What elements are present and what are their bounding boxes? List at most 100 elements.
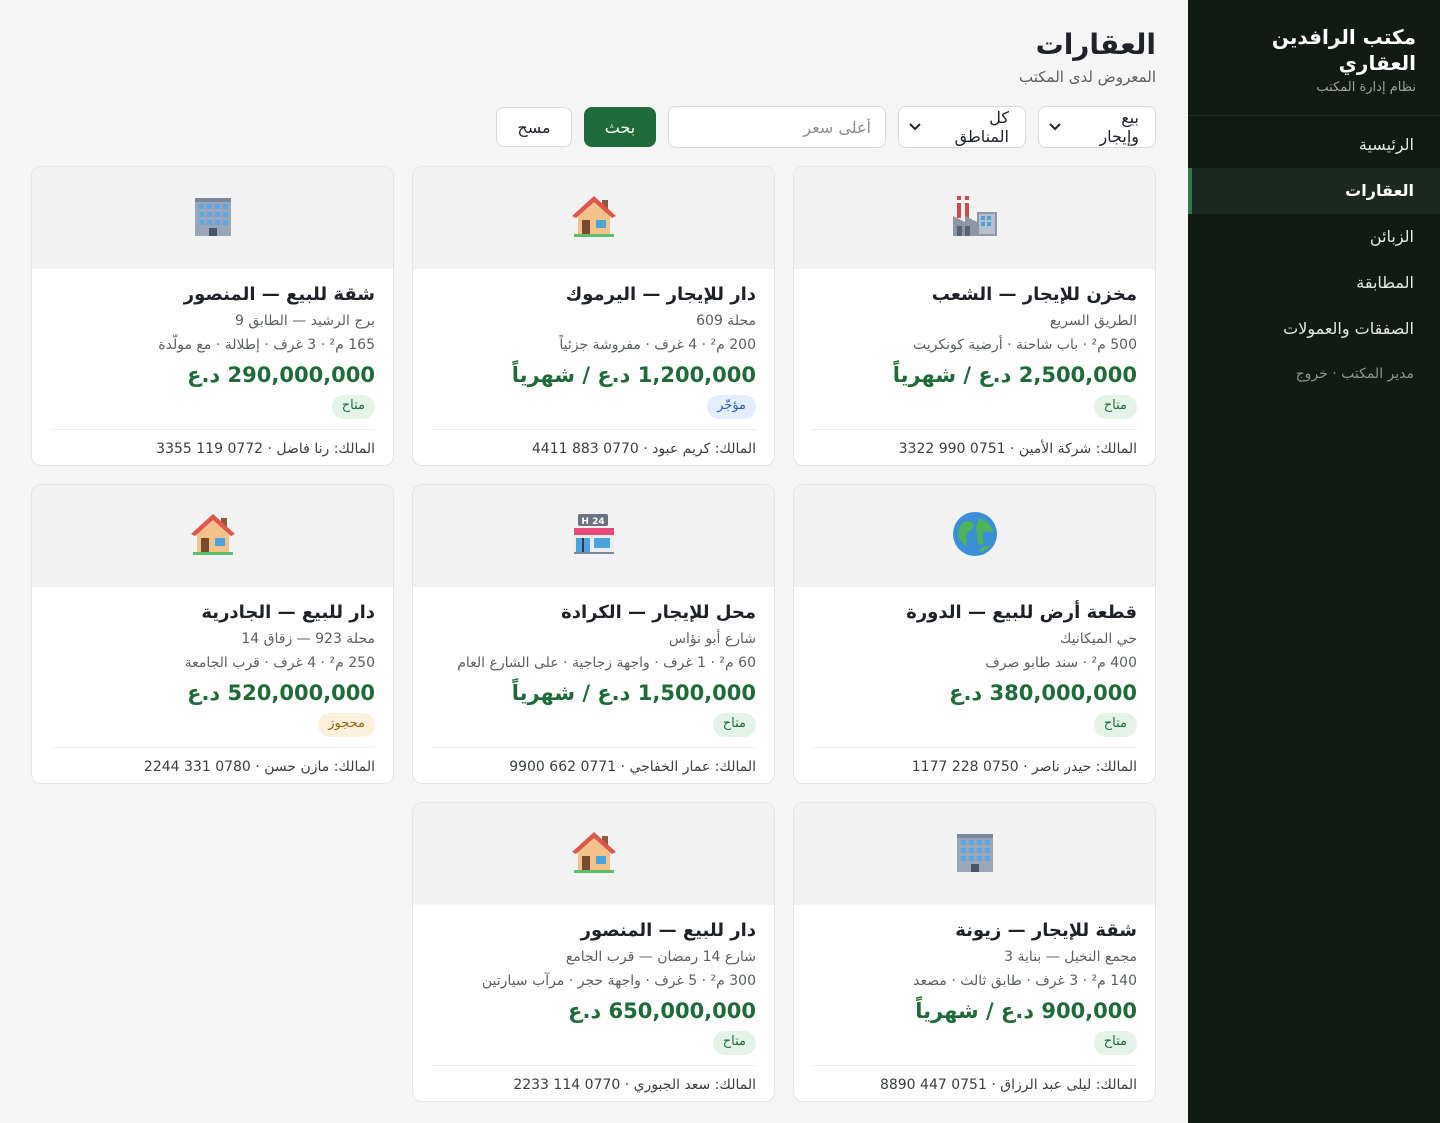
property-image	[794, 803, 1155, 905]
property-location: محلة 609	[696, 313, 756, 329]
office-building-icon	[951, 828, 999, 880]
property-title: مخزن للإيجار — الشعب	[931, 284, 1137, 305]
property-title: شقة للإيجار — زيونة	[955, 920, 1137, 941]
logout-link[interactable]: خروج	[1296, 366, 1328, 382]
chevron-down-icon	[1049, 121, 1061, 134]
property-details: 300 م² · 5 غرف · واجهة حجر · مرآب سيارتي…	[481, 973, 756, 989]
chevron-down-icon	[909, 121, 921, 134]
property-card[interactable]: شقة للبيع — المنصور برج الرشيد — الطابق …	[31, 166, 394, 466]
sidebar-item-deals[interactable]: الصفقات والعمولات	[1188, 306, 1440, 352]
filter-toolbar: بيع وإيجار كل المناطق بحث مسح	[31, 106, 1156, 148]
main-content: العقارات المعروض لدى المكتب بيع وإيجار ك…	[0, 0, 1188, 1123]
property-image	[413, 803, 774, 905]
max-price-input[interactable]	[668, 106, 886, 148]
property-title: قطعة أرض للبيع — الدورة	[906, 602, 1137, 623]
property-price: 1,500,000 د.ع / شهرياً	[511, 681, 756, 705]
property-image	[32, 167, 393, 269]
property-title: دار للبيع — المنصور	[580, 920, 756, 941]
page-subtitle: المعروض لدى المكتب	[1019, 68, 1156, 86]
property-image	[794, 485, 1155, 587]
property-price: 900,000 د.ع / شهرياً	[915, 999, 1137, 1023]
property-card[interactable]: دار للبيع — المنصور شارع 14 رمضان — قرب …	[412, 802, 775, 1102]
property-image	[32, 485, 393, 587]
sidebar-nav: الرئيسية العقارات الزبائن المطابقة الصفق…	[1188, 116, 1440, 352]
property-card[interactable]: دار للإيجار — اليرموك محلة 609 200 م² · …	[412, 166, 775, 466]
property-card[interactable]: مخزن للإيجار — الشعب الطريق السريع 500 م…	[793, 166, 1156, 466]
property-details: 400 م² · سند طابو صرف	[985, 655, 1137, 671]
property-location: برج الرشيد — الطابق 9	[234, 313, 375, 329]
property-location: مجمع النخيل — بناية 3	[1004, 949, 1137, 965]
property-details: 250 م² · 4 غرف · قرب الجامعة	[184, 655, 375, 671]
app-root: مكتب الرافدين العقاري نظام إدارة المكتب …	[0, 0, 1440, 1123]
property-title: دار للبيع — الجادرية	[201, 602, 375, 623]
property-price: 650,000,000 د.ع	[568, 999, 756, 1023]
property-owner: المالك: شركة الأمين · 0751 990 3322	[812, 429, 1137, 459]
property-title: شقة للبيع — المنصور	[183, 284, 375, 305]
property-card-body: دار للبيع — المنصور شارع 14 رمضان — قرب …	[413, 905, 774, 1101]
svg-text:24 H: 24 H	[581, 517, 604, 527]
property-details: 500 م² · باب شاحنة · أرضية كونكريت	[913, 337, 1137, 353]
office-building-icon	[189, 192, 237, 244]
property-owner: المالك: كريم عبود · 0770 883 4411	[431, 429, 756, 459]
property-price: 380,000,000 د.ع	[949, 681, 1137, 705]
property-card[interactable]: 24 H محل للإيجار — الكرادة شارع أبو نؤاس…	[412, 484, 775, 784]
deal-type-value: بيع وإيجار	[1099, 108, 1139, 146]
property-card-body: محل للإيجار — الكرادة شارع أبو نؤاس 60 م…	[413, 587, 774, 783]
footer-separator: ·	[1327, 366, 1342, 382]
property-card[interactable]: قطعة أرض للبيع — الدورة حي الميكانيك 400…	[793, 484, 1156, 784]
property-details: 200 م² · 4 غرف · مفروشة جزئياً	[559, 337, 756, 353]
property-card-body: دار للإيجار — اليرموك محلة 609 200 م² · …	[413, 269, 774, 465]
house-icon	[570, 828, 618, 880]
property-location: شارع أبو نؤاس	[668, 631, 756, 647]
status-badge: متاح	[331, 395, 375, 419]
brand: مكتب الرافدين العقاري نظام إدارة المكتب	[1188, 0, 1440, 116]
property-price: 290,000,000 د.ع	[187, 363, 375, 387]
area-value: كل المناطق	[954, 108, 1009, 146]
property-owner: المالك: حيدر ناصر · 0750 228 1177	[812, 747, 1137, 777]
property-image	[794, 167, 1155, 269]
globe-icon	[951, 510, 999, 562]
sidebar-item-properties[interactable]: العقارات	[1188, 168, 1440, 214]
status-badge: متاح	[1093, 395, 1137, 419]
property-price: 2,500,000 د.ع / شهرياً	[892, 363, 1137, 387]
property-card-body: شقة للبيع — المنصور برج الرشيد — الطابق …	[32, 269, 393, 465]
property-card[interactable]: شقة للإيجار — زيونة مجمع النخيل — بناية …	[793, 802, 1156, 1102]
property-owner: المالك: ليلى عبد الرزاق · 0751 447 8890	[812, 1065, 1137, 1095]
status-badge: محجوز	[318, 713, 375, 737]
area-select[interactable]: كل المناطق	[898, 106, 1026, 148]
page-title: العقارات	[1035, 28, 1156, 61]
sidebar-footer: مدير المكتب · خروج	[1188, 352, 1440, 396]
property-location: حي الميكانيك	[1059, 631, 1137, 647]
deal-type-select[interactable]: بيع وإيجار	[1038, 106, 1156, 148]
status-badge: مؤجّر	[707, 395, 756, 419]
clear-button[interactable]: مسح	[496, 107, 572, 147]
property-price: 1,200,000 د.ع / شهرياً	[511, 363, 756, 387]
sidebar-item-clients[interactable]: الزبائن	[1188, 214, 1440, 260]
current-user: مدير المكتب	[1341, 366, 1414, 382]
sidebar: مكتب الرافدين العقاري نظام إدارة المكتب …	[1188, 0, 1440, 1123]
property-details: 140 م² · 3 غرف · طابق ثالث · مصعد	[913, 973, 1137, 989]
property-card-body: مخزن للإيجار — الشعب الطريق السريع 500 م…	[794, 269, 1155, 465]
house-icon	[189, 510, 237, 562]
shop-24h-icon: 24 H	[570, 510, 618, 562]
property-grid: مخزن للإيجار — الشعب الطريق السريع 500 م…	[31, 166, 1156, 1102]
property-owner: المالك: عمار الخفاجي · 0771 662 9900	[431, 747, 756, 777]
property-card-body: شقة للإيجار — زيونة مجمع النخيل — بناية …	[794, 905, 1155, 1101]
status-badge: متاح	[712, 1031, 756, 1055]
search-button[interactable]: بحث	[584, 107, 656, 147]
property-title: دار للإيجار — اليرموك	[565, 284, 756, 305]
status-badge: متاح	[1093, 713, 1137, 737]
factory-icon	[951, 192, 999, 244]
property-details: 165 م² · 3 غرف · إطلالة · مع مولّدة	[158, 337, 375, 353]
house-icon	[570, 192, 618, 244]
property-title: محل للإيجار — الكرادة	[561, 602, 756, 623]
property-card[interactable]: دار للبيع — الجادرية محلة 923 — زقاق 14 …	[31, 484, 394, 784]
sidebar-item-matching[interactable]: المطابقة	[1188, 260, 1440, 306]
property-card-body: دار للبيع — الجادرية محلة 923 — زقاق 14 …	[32, 587, 393, 783]
sidebar-item-home[interactable]: الرئيسية	[1188, 122, 1440, 168]
property-card-body: قطعة أرض للبيع — الدورة حي الميكانيك 400…	[794, 587, 1155, 783]
property-details: 60 م² · 1 غرف · واجهة زجاجية · على الشار…	[457, 655, 756, 671]
property-location: محلة 923 — زقاق 14	[241, 631, 375, 647]
brand-subtitle: نظام إدارة المكتب	[1316, 80, 1416, 95]
brand-title: مكتب الرافدين العقاري	[1271, 25, 1416, 75]
